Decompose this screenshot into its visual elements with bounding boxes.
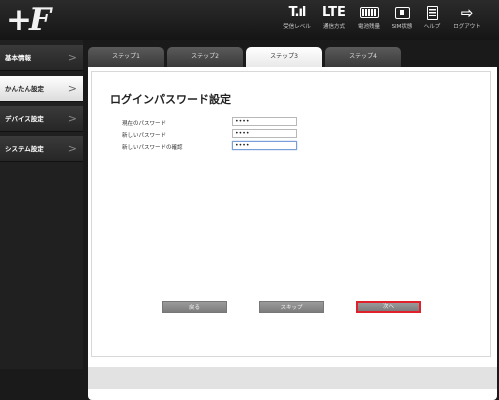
confirm-password-label: 新しいパスワードの確認 [122, 145, 183, 151]
signal-label: 受信レベル [283, 24, 311, 30]
content-panel: ログインパスワード設定 現在のパスワード •••• 新しいパスワード •••• … [88, 67, 497, 400]
tab-step2[interactable]: ステップ2 [167, 47, 243, 67]
network-type-icon: LTE [322, 5, 346, 20]
sidebar-item-easy-setup[interactable]: かんたん設定 > [0, 76, 83, 102]
chevron-right-icon: > [67, 112, 77, 125]
header-bar: +F T.ıl 受信レベル LTE 通信方式 電池残量 SIM状態 ヘルプ ⇨ … [0, 0, 499, 40]
chevron-right-icon: > [67, 51, 77, 64]
sidebar-item-device-settings[interactable]: デバイス設定 > [0, 106, 83, 132]
sim-icon [394, 6, 410, 19]
brand-logo: +F [6, 2, 51, 38]
chevron-right-icon: > [67, 142, 77, 155]
signal-status: T.ıl 受信レベル [280, 3, 314, 37]
logout-icon: ⇨ [460, 4, 474, 22]
page-title: ログインパスワード設定 [110, 93, 231, 106]
form-panel: ログインパスワード設定 現在のパスワード •••• 新しいパスワード •••• … [91, 71, 491, 357]
sidebar-item-label: デバイス設定 [5, 115, 44, 123]
network-status: LTE 通信方式 [317, 3, 351, 37]
current-password-field[interactable]: •••• [232, 117, 297, 126]
sidebar-item-basic-info[interactable]: 基本情報 > [0, 45, 83, 71]
help-button[interactable]: ヘルプ [415, 3, 449, 37]
help-label: ヘルプ [423, 24, 441, 30]
sidebar-item-system-settings[interactable]: システム設定 > [0, 136, 83, 162]
confirm-password-field[interactable]: •••• [232, 141, 297, 150]
new-password-label: 新しいパスワード [122, 133, 167, 139]
footer-bar [88, 367, 497, 389]
network-label: 通信方式 [322, 24, 345, 30]
sim-status: SIM状態 [385, 3, 419, 37]
logout-label: ログアウト [453, 24, 481, 30]
signal-icon: T.ıl [288, 5, 307, 20]
current-password-label: 現在のパスワード [122, 121, 167, 127]
tab-step4[interactable]: ステップ4 [325, 47, 401, 67]
logout-button[interactable]: ⇨ ログアウト [450, 3, 484, 37]
skip-button[interactable]: スキップ [259, 301, 324, 313]
battery-icon [359, 7, 379, 18]
chevron-right-icon: > [67, 82, 77, 95]
main-content: ステップ1 ステップ2 ステップ3 ステップ4 ログインパスワード設定 現在のパ… [83, 40, 499, 400]
battery-label: 電池残量 [357, 24, 380, 30]
tab-step3[interactable]: ステップ3 [246, 47, 322, 69]
next-button[interactable]: 次へ [356, 301, 421, 313]
new-password-field[interactable]: •••• [232, 129, 297, 138]
sidebar-item-label: システム設定 [5, 145, 44, 153]
help-icon [426, 5, 438, 20]
sidebar-item-label: 基本情報 [5, 54, 31, 62]
sim-label: SIM状態 [391, 24, 413, 30]
sidebar: 基本情報 > かんたん設定 > デバイス設定 > システム設定 > [0, 40, 83, 369]
sidebar-item-label: かんたん設定 [5, 85, 44, 93]
back-button[interactable]: 戻る [162, 301, 227, 313]
tab-step1[interactable]: ステップ1 [88, 47, 164, 67]
battery-status: 電池残量 [352, 3, 386, 37]
